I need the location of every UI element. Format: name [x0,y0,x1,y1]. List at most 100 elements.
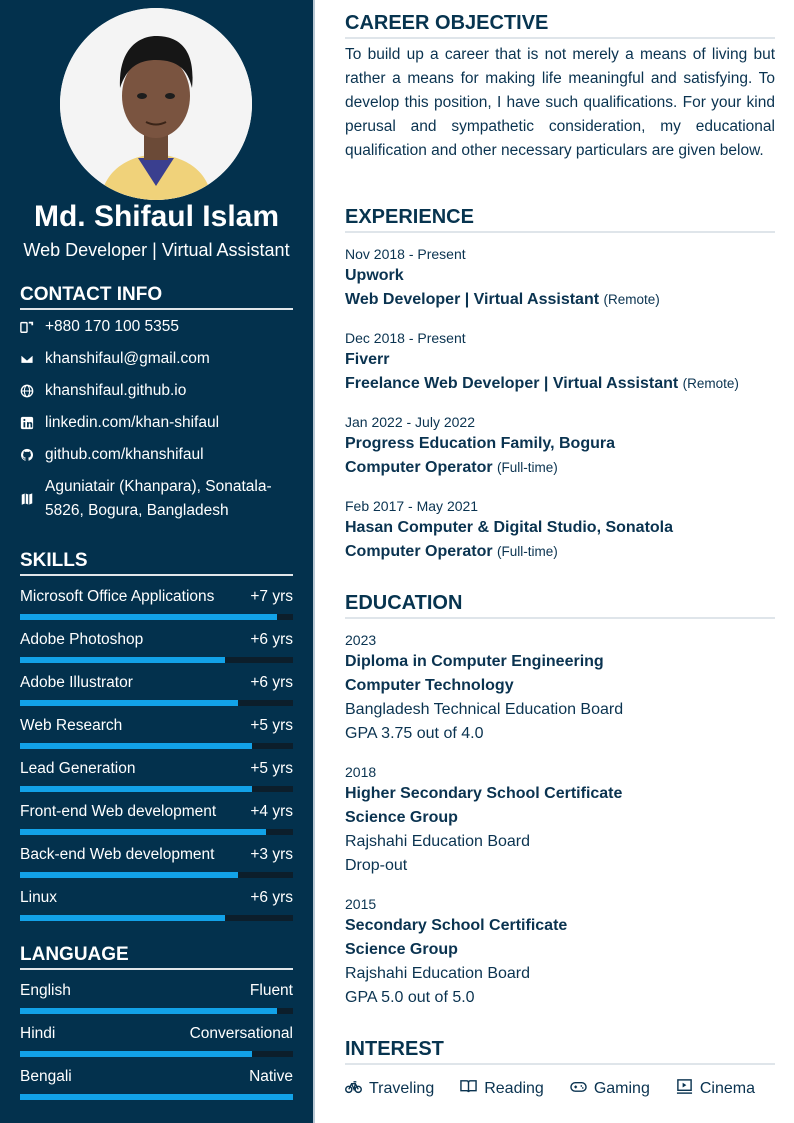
bicycle-icon [345,1078,369,1100]
profile-title: Web Developer | Virtual Assistant [23,240,290,260]
experience-item: Feb 2017 - May 2021 Hasan Computer & Dig… [345,496,775,564]
experience-item: Dec 2018 - Present Fiverr Freelance Web … [345,328,775,396]
language-bar-track [20,1051,293,1057]
experience-heading: EXPERIENCE [345,206,775,233]
globe-icon [20,379,45,403]
language-item: Hindi Conversational [20,1024,293,1064]
skill-bar-track [20,614,293,620]
github-icon [20,443,45,467]
experience-date: Nov 2018 - Present [345,246,466,262]
language-bar-fill [20,1094,293,1100]
language-bar-track [20,1094,293,1100]
skill-bar-fill [20,829,266,835]
sidebar: Md. Shifaul Islam Web Developer | Virtua… [0,0,315,1123]
language-item: Bengali Native [20,1067,293,1107]
skill-bar-fill [20,614,277,620]
phone-icon [20,315,45,339]
contact-heading: CONTACT INFO [20,284,293,310]
contact-github[interactable]: github.com/khanshifaul [20,443,293,467]
contact-email-text: khanshifaul@gmail.com [45,350,210,367]
linkedin-icon [20,411,45,435]
education-result: GPA 5.0 out of 5.0 [345,989,475,1006]
language-name: Bengali [20,1068,72,1085]
language-bar-fill [20,1008,277,1014]
education-field: Science Group [345,941,458,958]
skill-level-text: +6 yrs [250,631,293,648]
experience-type: (Full-time) [497,460,558,475]
education-item: 2018 Higher Secondary School Certificate… [345,762,775,878]
skill-name: Microsoft Office Applications [20,588,215,605]
education-heading: EDUCATION [345,592,775,619]
interest-item: Reading [460,1078,544,1100]
experience-role-line: Computer Operator (Full-time) [345,456,775,480]
skill-level-text: +5 yrs [250,717,293,734]
language-heading: LANGUAGE [20,944,293,970]
experience-date: Dec 2018 - Present [345,330,466,346]
skill-item: Lead Generation +5 yrs [20,759,293,799]
skill-name: Back-end Web development [20,846,215,863]
interest-label: Reading [484,1080,544,1097]
skill-name: Lead Generation [20,760,136,777]
skill-name: Adobe Illustrator [20,674,133,691]
education-degree: Diploma in Computer Engineering [345,653,604,670]
skill-bar-track [20,915,293,921]
skill-level-text: +4 yrs [250,803,293,820]
education-degree: Higher Secondary School Certificate [345,785,623,802]
education-board: Rajshahi Education Board [345,965,531,982]
experience-org: Progress Education Family, Bogura [345,435,615,452]
experience-type: (Remote) [682,376,739,391]
education-year: 2023 [345,632,377,648]
contact-email[interactable]: khanshifaul@gmail.com [20,347,293,371]
objective-heading: CAREER OBJECTIVE [345,12,775,39]
skill-row: Microsoft Office Applications +7 yrs [20,587,293,607]
skill-level-text: +6 yrs [250,889,293,906]
experience-role: Computer Operator [345,543,493,560]
skill-bar-fill [20,700,238,706]
skill-item: Linux +6 yrs [20,888,293,928]
map-icon [20,487,45,511]
interest-label: Traveling [369,1080,435,1097]
skill-level-text: +6 yrs [250,674,293,691]
education-board: Rajshahi Education Board [345,833,531,850]
skill-item: Adobe Illustrator +6 yrs [20,673,293,713]
skill-item: Front-end Web development +4 yrs [20,802,293,842]
objective-text: To build up a career that is not merely … [345,46,775,159]
language-item: English Fluent [20,981,293,1021]
skill-name: Adobe Photoshop [20,631,144,648]
education-year: 2018 [345,764,377,780]
contact-address: Aguniatair (Khanpara), Sonatala- 5826, B… [20,475,293,523]
interest-list: Traveling Reading Gaming Cinema [345,1078,775,1100]
skill-bar-track [20,743,293,749]
skill-name: Linux [20,889,58,906]
email-icon [20,347,45,371]
skill-row: Lead Generation +5 yrs [20,759,293,779]
education-board: Bangladesh Technical Education Board [345,701,624,718]
experience-role-line: Freelance Web Developer | Virtual Assist… [345,372,775,396]
skill-row: Web Research +5 yrs [20,716,293,736]
language-name: Hindi [20,1025,56,1042]
contact-website[interactable]: khanshifaul.github.io [20,379,293,403]
experience-type: (Remote) [603,292,660,307]
skill-item: Web Research +5 yrs [20,716,293,756]
skill-bar-fill [20,743,252,749]
contact-phone[interactable]: +880 170 100 5355 [20,315,293,339]
contact-linkedin[interactable]: linkedin.com/khan-shifaul [20,411,293,435]
experience-type: (Full-time) [497,544,558,559]
skill-item: Microsoft Office Applications +7 yrs [20,587,293,627]
language-row: Bengali Native [20,1067,293,1087]
experience-org: Hasan Computer & Digital Studio, Sonatol… [345,519,674,536]
gamepad-icon [570,1078,594,1100]
cinema-icon [676,1078,700,1100]
education-degree: Secondary School Certificate [345,917,568,934]
skill-bar-fill [20,657,225,663]
skill-name: Web Research [20,717,123,734]
contact-website-text: khanshifaul.github.io [45,382,187,399]
education-field: Computer Technology [345,677,514,694]
skill-bar-fill [20,872,238,878]
skill-level-text: +3 yrs [250,846,293,863]
contact-address-line1: Aguniatair (Khanpara), Sonatala- [45,478,272,495]
language-level-text: Native [249,1068,293,1085]
skill-item: Back-end Web development +3 yrs [20,845,293,885]
language-level-text: Fluent [249,982,293,999]
profile-name: Md. Shifaul Islam [33,200,280,233]
